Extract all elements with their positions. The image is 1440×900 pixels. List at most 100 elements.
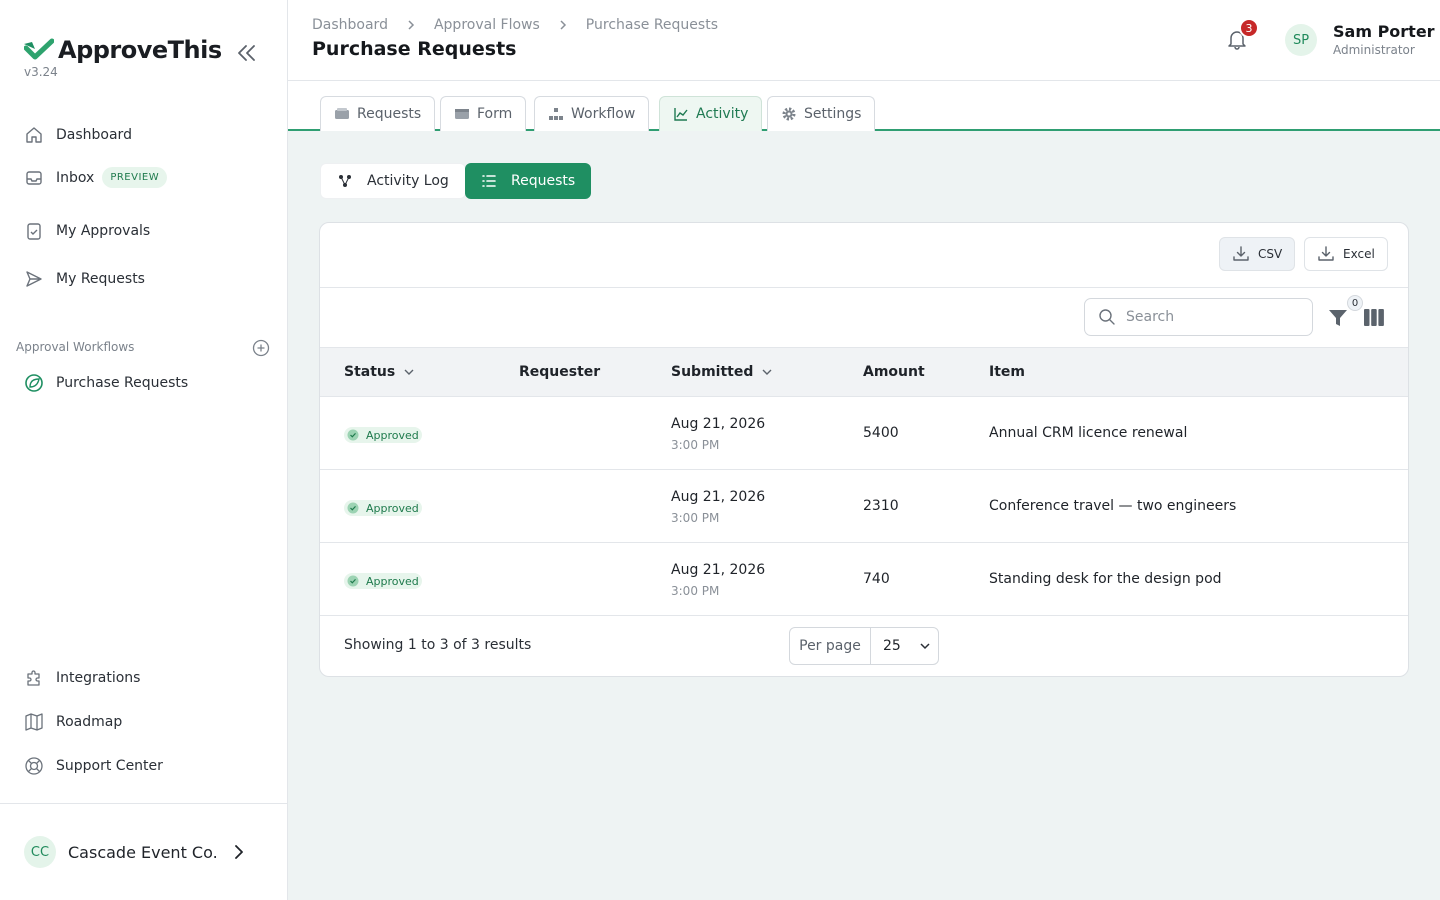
requests-view-label: Requests [511, 173, 576, 189]
status-badge: Approved [344, 573, 422, 589]
app-logo[interactable]: ApproveThis [24, 36, 222, 64]
sidebar-divider [0, 803, 288, 804]
table-header: Status Requester Submitted Amount Item [320, 347, 1408, 397]
sidebar-item-label: Integrations [56, 670, 141, 686]
app-name: ApproveThis [58, 36, 222, 64]
sidebar-item-my-approvals[interactable]: My Approvals [24, 221, 150, 241]
amount-cell: 740 [863, 571, 890, 587]
breadcrumb-approval-flows[interactable]: Approval Flows [434, 17, 540, 33]
tab-settings[interactable]: Settings [767, 96, 876, 131]
tab-activity[interactable]: Activity [659, 96, 763, 131]
column-header-status[interactable]: Status [344, 364, 415, 380]
chart-line-icon [674, 108, 688, 121]
user-avatar[interactable]: SP [1285, 24, 1317, 56]
organization-switcher[interactable]: CC Cascade Event Co. [24, 836, 246, 868]
export-csv-button[interactable]: CSV [1219, 237, 1296, 271]
submitted-time: 3:00 PM [671, 438, 720, 452]
table-row[interactable]: Approved Aug 21, 2026 3:00 PM 5400 Annua… [320, 397, 1408, 470]
table-row[interactable]: Approved Aug 21, 2026 3:00 PM 2310 Confe… [320, 470, 1408, 543]
status-label: Approved [366, 501, 419, 515]
sidebar-item-label: My Approvals [56, 223, 151, 239]
status-label: Approved [366, 428, 419, 442]
add-workflow-icon[interactable] [252, 339, 270, 357]
form-icon [455, 109, 469, 119]
item-cell: Standing desk for the design pod [989, 571, 1222, 587]
sidebar-item-dashboard[interactable]: Dashboard [24, 125, 132, 145]
puzzle-icon [27, 670, 40, 686]
column-header-submitted[interactable]: Submitted [671, 364, 773, 380]
sidebar-item-label: Roadmap [56, 714, 123, 730]
per-page-control: Per page 25 [789, 627, 939, 665]
clipboard-check-icon [27, 223, 41, 240]
sidebar-item-inbox[interactable]: Inbox PREVIEW [24, 167, 168, 188]
toolbar-divider [320, 287, 1408, 288]
submitted-date: Aug 21, 2026 [671, 489, 766, 505]
sidebar-item-label: Dashboard [56, 127, 132, 143]
sidebar-item-label: Purchase Requests [56, 375, 189, 391]
submitted-time: 3:00 PM [671, 584, 720, 598]
sidebar-item-integrations[interactable]: Integrations [24, 668, 140, 688]
search-input[interactable] [1126, 309, 1296, 325]
submitted-time: 3:00 PM [671, 511, 720, 525]
sidebar-item-purchase-requests[interactable]: Purchase Requests [24, 373, 188, 393]
gear-icon [782, 107, 796, 121]
filter-count-badge: 0 [1347, 295, 1363, 311]
tab-requests[interactable]: Requests [320, 96, 436, 131]
tab-workflow[interactable]: Workflow [534, 96, 650, 131]
nodes-icon [339, 175, 351, 187]
org-name: Cascade Event Co. [68, 842, 218, 862]
tab-label: Settings [804, 106, 862, 122]
status-badge: Approved [344, 427, 422, 443]
breadcrumb-purchase-requests[interactable]: Purchase Requests [586, 17, 718, 33]
column-header-requester[interactable]: Requester [519, 364, 600, 380]
globe-leaf-icon [25, 374, 43, 392]
breadcrumb: Dashboard Approval Flows Purchase Reques… [312, 17, 718, 33]
check-circle-icon [347, 429, 359, 441]
app-version: v3.24 [24, 65, 58, 79]
notification-count-badge: 3 [1239, 18, 1259, 38]
workflows-section-title: Approval Workflows [16, 340, 135, 354]
item-cell: Conference travel — two engineers [989, 498, 1237, 514]
tab-label: Workflow [571, 106, 636, 122]
tab-label: Requests [357, 106, 422, 122]
status-label: Approved [366, 574, 419, 588]
export-excel-button[interactable]: Excel [1304, 237, 1388, 271]
activity-log-button[interactable]: Activity Log [320, 163, 466, 199]
columns-icon[interactable] [1364, 309, 1384, 326]
tab-form[interactable]: Form [440, 96, 527, 131]
send-icon [26, 271, 42, 287]
top-header: Dashboard Approval Flows Purchase Reques… [288, 0, 1440, 81]
export-excel-label: Excel [1343, 247, 1375, 261]
column-label: Amount [863, 364, 925, 380]
requests-view-button[interactable]: Requests [465, 163, 592, 199]
table-row[interactable]: Approved Aug 21, 2026 3:00 PM 740 Standi… [320, 543, 1408, 616]
submitted-date: Aug 21, 2026 [671, 416, 766, 432]
requests-table-card: CSV Excel 0 Status Requester Submitted A… [319, 222, 1409, 677]
chevron-down-icon [404, 369, 414, 375]
breadcrumb-dashboard[interactable]: Dashboard [312, 17, 388, 33]
user-name[interactable]: Sam Porter [1333, 22, 1435, 41]
workflow-icon [549, 108, 563, 120]
chevron-right-icon [234, 845, 243, 859]
sidebar-item-roadmap[interactable]: Roadmap [24, 712, 122, 732]
logo-check-icon [24, 38, 54, 60]
per-page-select[interactable]: 25 [871, 638, 938, 654]
sidebar-item-my-requests[interactable]: My Requests [24, 269, 145, 289]
inbox-icon [26, 170, 42, 185]
column-label: Status [344, 364, 396, 380]
column-label: Submitted [671, 364, 754, 380]
column-header-amount[interactable]: Amount [863, 364, 925, 380]
tab-label: Activity [696, 106, 749, 122]
per-page-value: 25 [883, 638, 901, 654]
sidebar-item-support-center[interactable]: Support Center [24, 756, 163, 776]
check-circle-icon [347, 502, 359, 514]
per-page-label: Per page [790, 628, 871, 664]
column-header-item[interactable]: Item [989, 364, 1025, 380]
inbox-icon [335, 108, 349, 119]
filter-icon[interactable] [1328, 309, 1348, 327]
collapse-sidebar-icon[interactable] [234, 40, 260, 66]
item-cell: Annual CRM licence renewal [989, 425, 1188, 441]
search-box[interactable] [1084, 298, 1313, 336]
map-icon [25, 713, 43, 731]
chevron-right-icon [560, 20, 566, 30]
